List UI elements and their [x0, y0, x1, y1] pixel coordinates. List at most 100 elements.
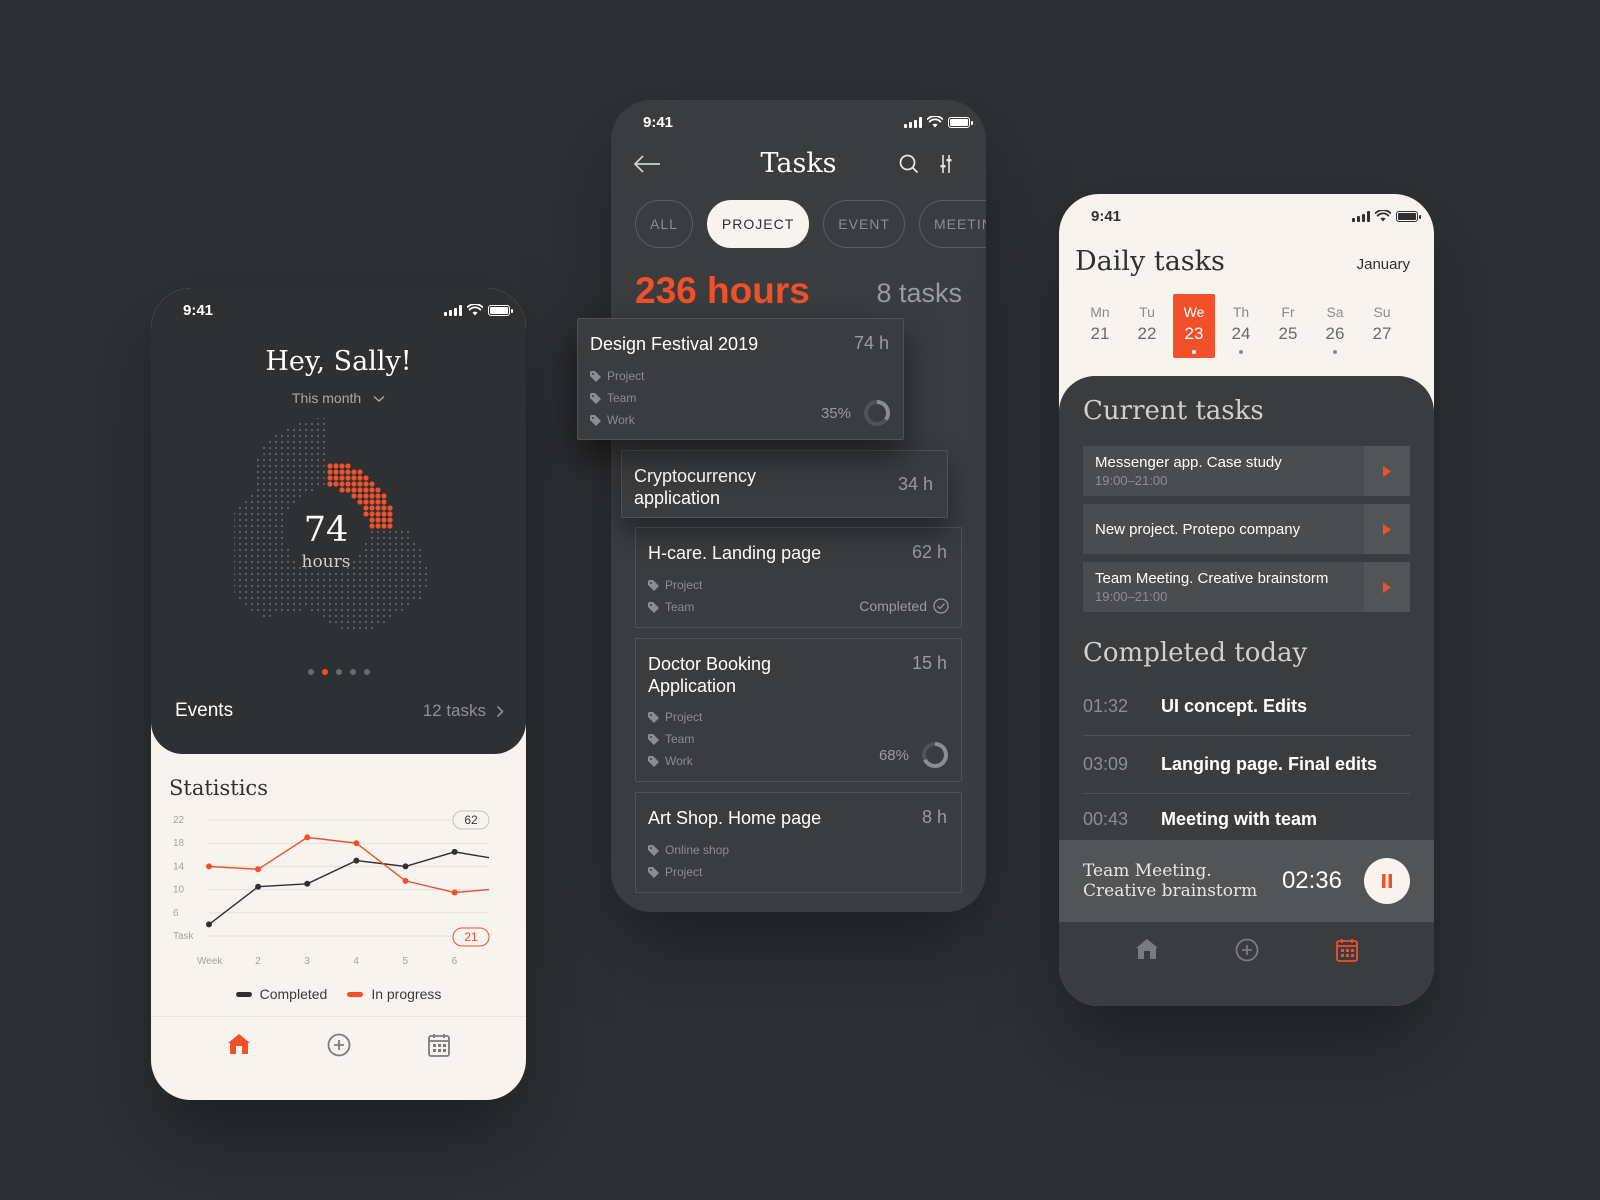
data-point — [451, 848, 458, 855]
radial-track-dot — [275, 513, 277, 515]
search-icon[interactable] — [899, 154, 919, 174]
radial-track-dot — [269, 603, 271, 605]
radial-track-dot — [293, 477, 295, 479]
radial-track-dot — [251, 531, 253, 533]
start-task-button[interactable] — [1364, 446, 1410, 496]
current-task-item[interactable]: Messenger app. Case study 19:00–21:00 — [1083, 446, 1410, 496]
total-hours: 236 hours — [635, 270, 810, 311]
category-chips: ALL PROJECT EVENT MEETINGS — [635, 200, 986, 248]
day-monday[interactable]: Mn 21 — [1079, 294, 1121, 358]
radial-track-dot — [245, 567, 247, 569]
completed-task-duration: 03:09 — [1083, 754, 1129, 774]
tag-icon — [648, 601, 659, 613]
radial-track-dot — [281, 591, 283, 593]
day-wednesday-selected[interactable]: We 23 — [1173, 294, 1215, 358]
completed-task-item[interactable]: 03:09 Langing page. Final edits — [1083, 736, 1410, 794]
radial-track-dot — [281, 513, 283, 515]
events-row[interactable]: Events 12 tasks — [175, 700, 504, 722]
radial-track-dot — [257, 597, 259, 599]
completed-task-item[interactable]: 01:32 UI concept. Edits — [1083, 678, 1410, 736]
chip-event[interactable]: EVENT — [823, 200, 905, 248]
radial-track-dot — [281, 579, 283, 581]
start-task-button[interactable] — [1364, 504, 1410, 554]
radial-track-dot — [317, 591, 319, 593]
radial-track-dot — [257, 513, 259, 515]
tab-home[interactable] — [189, 1017, 289, 1100]
radial-track-dot — [377, 531, 379, 533]
radial-track-dot — [317, 465, 319, 467]
day-saturday[interactable]: Sa 26 — [1314, 294, 1356, 358]
radial-track-dot — [377, 591, 379, 593]
radial-track-dot — [323, 423, 325, 425]
tab-calendar[interactable] — [389, 1017, 489, 1100]
radial-track-dot — [389, 543, 391, 545]
radial-track-dot — [299, 441, 301, 443]
radial-track-dot — [329, 597, 331, 599]
radial-track-dot — [317, 429, 319, 431]
task-card-hcare[interactable]: H-care. Landing page 62 h Project Team C… — [635, 527, 962, 628]
page-dot[interactable] — [335, 669, 342, 675]
page-indicator[interactable] — [151, 669, 526, 675]
chip-project[interactable]: PROJECT — [706, 200, 810, 248]
tab-add[interactable] — [289, 1017, 389, 1100]
radial-track-dot — [263, 603, 265, 605]
chip-label: ALL — [650, 216, 678, 232]
radial-track-dot — [263, 495, 265, 497]
chip-all[interactable]: ALL — [635, 200, 693, 248]
task-card-doctor-booking[interactable]: Doctor Booking Application 15 h Project … — [635, 638, 962, 782]
page-dot-active[interactable] — [321, 669, 328, 675]
radial-track-dot — [269, 615, 271, 617]
radial-track-dot — [371, 579, 373, 581]
radial-track-dot — [251, 591, 253, 593]
day-thursday[interactable]: Th 24 — [1220, 294, 1262, 358]
radial-track-dot — [401, 579, 403, 581]
radial-track-dot — [311, 459, 313, 461]
y-tick-label: 6 — [173, 908, 179, 919]
day-tuesday[interactable]: Tu 22 — [1126, 294, 1168, 358]
page-dot[interactable] — [349, 669, 356, 675]
data-point — [206, 863, 212, 870]
radial-track-dot — [317, 585, 319, 587]
page-dot[interactable] — [307, 669, 314, 675]
filter-icon[interactable] — [939, 154, 953, 174]
day-sunday[interactable]: Su 27 — [1361, 294, 1403, 358]
radial-track-dot — [383, 543, 385, 545]
pause-button[interactable] — [1364, 858, 1410, 904]
chip-meetings[interactable]: MEETINGS — [918, 200, 986, 248]
task-card-art-shop[interactable]: Art Shop. Home page 8 h Online shop Proj… — [635, 792, 962, 893]
radial-track-dot — [395, 573, 397, 575]
current-task-item[interactable]: New project. Protepo company — [1083, 504, 1410, 554]
radial-track-dot — [275, 483, 277, 485]
day-date: 23 — [1184, 324, 1204, 343]
task-hours: 62 h — [911, 542, 947, 562]
radial-track-dot — [281, 525, 283, 527]
period-dropdown[interactable]: This month — [151, 390, 526, 406]
radial-track-dot — [383, 621, 385, 623]
radial-track-dot — [383, 609, 385, 611]
radial-track-dot — [389, 609, 391, 611]
current-task-item[interactable]: Team Meeting. Creative brainstorm 19:00–2… — [1083, 562, 1410, 612]
tab-home[interactable] — [1097, 922, 1197, 1006]
tab-add[interactable] — [1197, 922, 1297, 1006]
radial-progress-dot — [351, 487, 357, 493]
status-time: 9:41 — [643, 113, 674, 131]
radial-track-dot — [359, 585, 361, 587]
page-dot[interactable] — [363, 669, 370, 675]
month-selector[interactable]: January — [1357, 256, 1410, 273]
day-friday[interactable]: Fr 25 — [1267, 294, 1309, 358]
radial-track-dot — [311, 435, 313, 437]
radial-track-dot — [234, 525, 235, 527]
radial-track-dot — [251, 525, 253, 527]
start-task-button[interactable] — [1364, 562, 1410, 612]
radial-track-dot — [317, 483, 319, 485]
radial-track-dot — [377, 573, 379, 575]
radial-track-dot — [371, 555, 373, 557]
radial-track-dot — [287, 489, 289, 491]
task-card-design-festival[interactable]: Design Festival 2019 74 h Project Team W… — [577, 318, 904, 440]
radial-progress-dot — [345, 469, 351, 475]
task-card-cryptocurrency[interactable]: Cryptocurrency application 34 h — [621, 450, 948, 518]
home-screen: 9:41 Hey, Sally! This month 74 hours Eve… — [151, 288, 526, 1100]
tab-calendar[interactable] — [1297, 922, 1397, 1006]
task-hours: 74 h — [853, 333, 889, 353]
radial-progress-dot — [375, 511, 381, 517]
